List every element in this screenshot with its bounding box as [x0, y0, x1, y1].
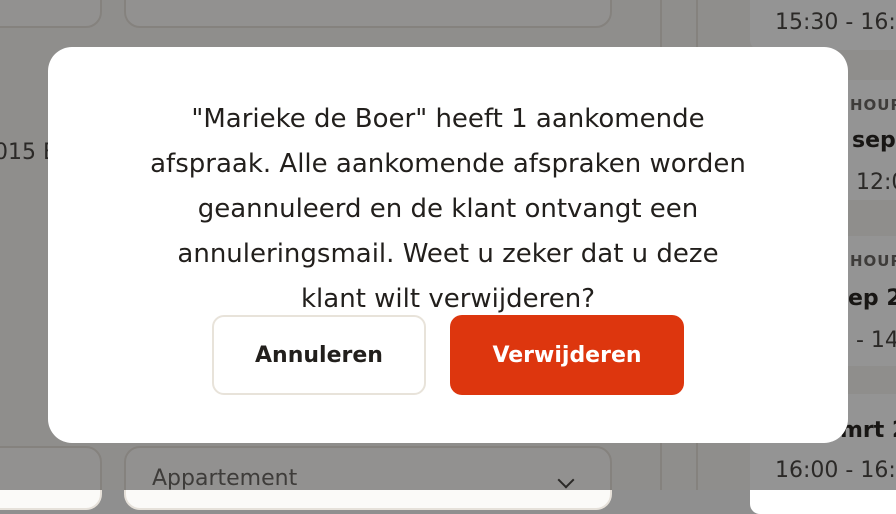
cancel-button[interactable]: Annuleren [212, 315, 426, 395]
delete-client-dialog: "Marieke de Boer" heeft 1 aankomende afs… [48, 47, 848, 443]
dialog-message: "Marieke de Boer" heeft 1 aankomende afs… [150, 104, 746, 314]
delete-button[interactable]: Verwijderen [450, 315, 684, 395]
